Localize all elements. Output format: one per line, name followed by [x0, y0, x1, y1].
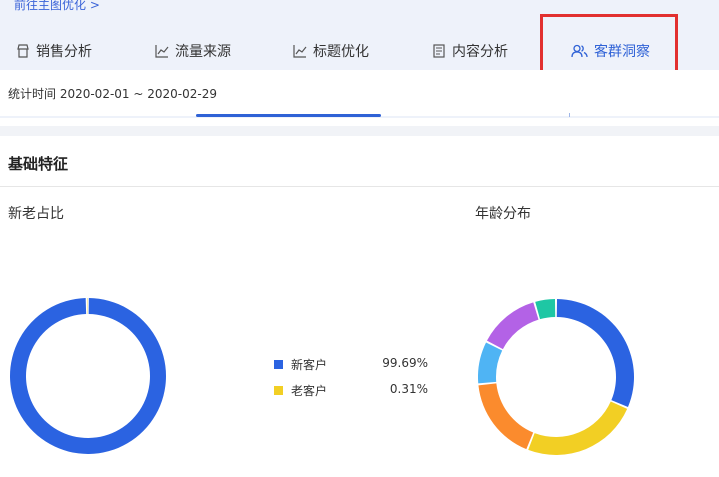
legend-swatch — [274, 360, 283, 369]
new-old-donut-chart — [10, 298, 166, 454]
age-donut-chart — [478, 299, 634, 455]
legend-value: 99.69% — [382, 356, 428, 370]
age-slice-5[interactable] — [486, 302, 539, 350]
age-distribution-title: 年龄分布 — [475, 206, 531, 222]
age-slice-3[interactable] — [478, 383, 534, 450]
tab-title-optimization[interactable]: 标题优化 — [293, 34, 369, 68]
tab-traffic-source[interactable]: 流量来源 — [155, 34, 231, 68]
slice-new-customer[interactable] — [10, 298, 166, 454]
new-old-legend: 新客户 99.69% 老客户 0.31% — [274, 356, 434, 408]
scroll-indicator — [196, 114, 381, 117]
filter-bar: 统计时间 2020-02-01 ~ 2020-02-29 — [0, 70, 719, 116]
users-icon — [571, 44, 588, 58]
legend-label: 老客户 — [291, 384, 328, 398]
legend-swatch — [274, 386, 283, 395]
scroll-tick — [569, 113, 570, 117]
legend-item-old-customer[interactable]: 老客户 0.31% — [274, 382, 434, 408]
legend-label: 新客户 — [291, 358, 328, 372]
tab-bar: 销售分析 流量来源 标题优化 内容分析 客群洞察 — [0, 34, 719, 85]
stat-time-range: 统计时间 2020-02-01 ~ 2020-02-29 — [8, 87, 217, 101]
tab-audience-insight[interactable]: 客群洞察 — [571, 34, 650, 68]
legend-item-new-customer[interactable]: 新客户 99.69% — [274, 356, 434, 382]
divider — [0, 186, 719, 187]
tab-sales-analysis[interactable]: 销售分析 — [16, 34, 92, 68]
document-icon — [433, 44, 445, 58]
tab-label: 客群洞察 — [594, 44, 650, 60]
back-to-main-image-link[interactable]: 前往主图优化 > — [14, 0, 100, 13]
tab-label: 销售分析 — [36, 44, 92, 60]
legend-value: 0.31% — [389, 382, 428, 396]
shop-icon — [17, 44, 29, 58]
line-chart-icon — [155, 45, 169, 58]
line-chart-icon — [293, 45, 307, 58]
tab-label: 内容分析 — [452, 44, 508, 60]
new-old-ratio-title: 新老占比 — [8, 206, 64, 222]
tab-label: 标题优化 — [313, 44, 369, 60]
age-slice-4[interactable] — [478, 342, 503, 384]
tab-label: 流量来源 — [175, 44, 231, 60]
age-slice-6[interactable] — [535, 299, 556, 320]
tab-content-analysis[interactable]: 内容分析 — [432, 34, 508, 68]
age-slice-1[interactable] — [556, 299, 634, 408]
age-slice-2[interactable] — [528, 401, 628, 455]
section-title: 基础特征 — [8, 155, 69, 173]
section-gap — [0, 126, 719, 136]
